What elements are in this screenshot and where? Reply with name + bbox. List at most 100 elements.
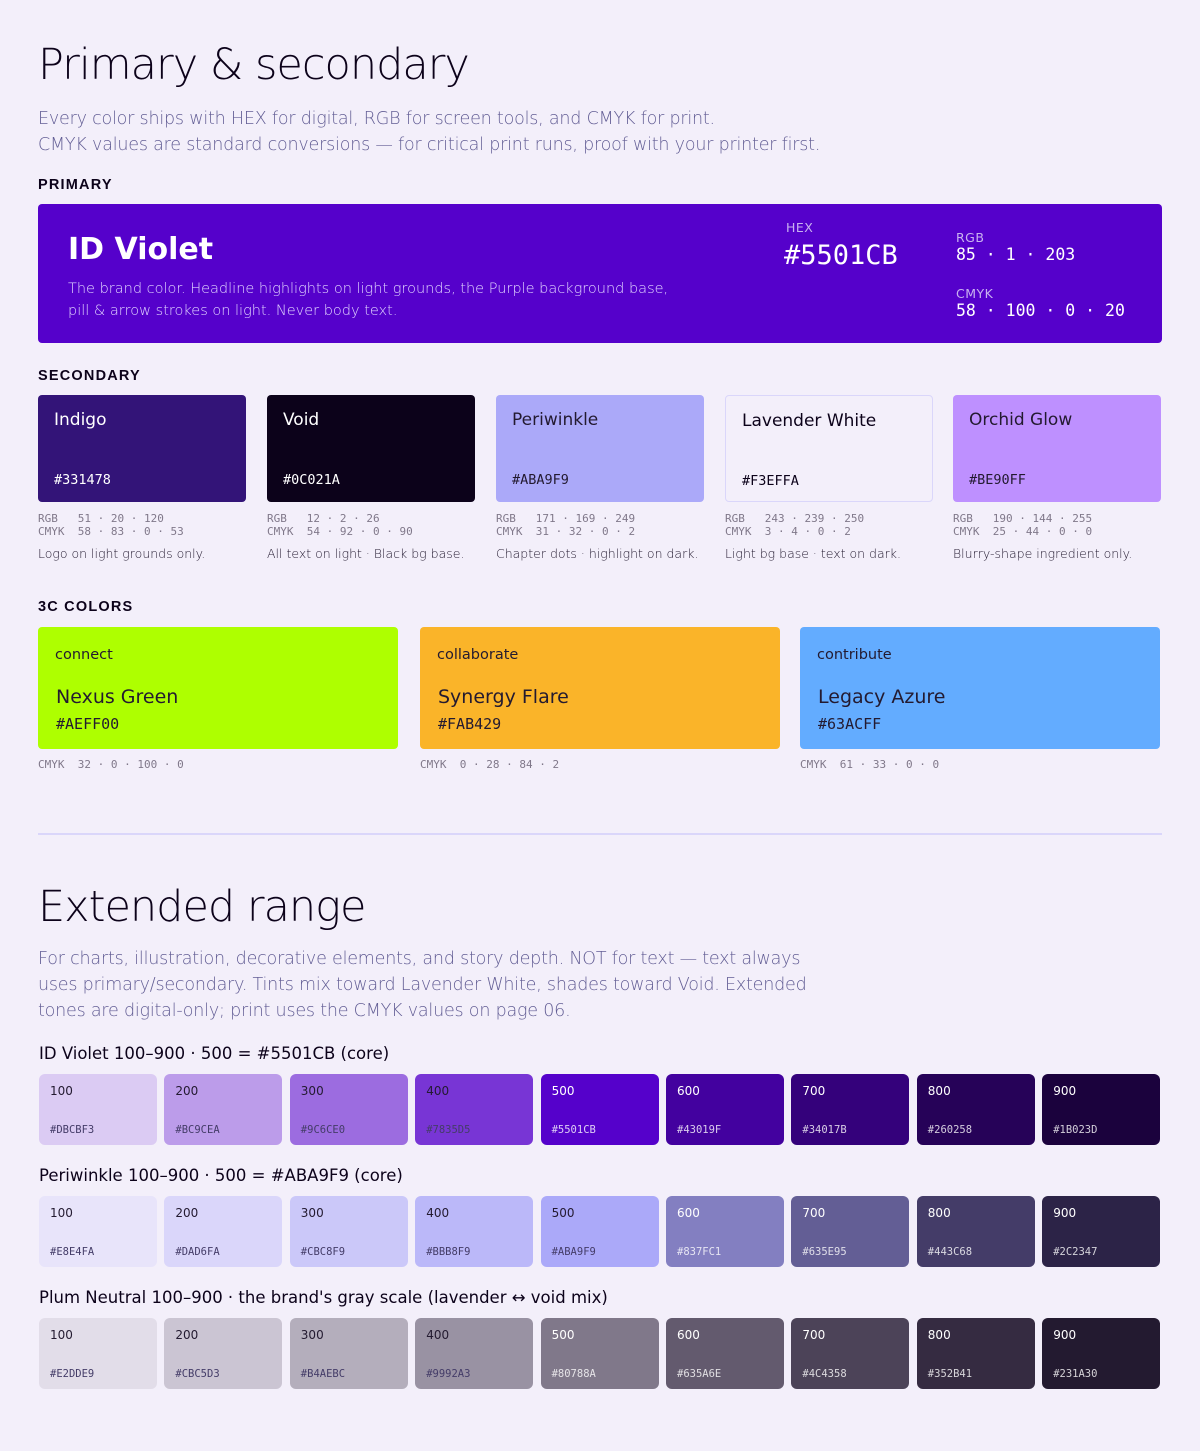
color-hex: #F3EFFA xyxy=(742,473,799,489)
chip-hex: #43019F xyxy=(677,1124,722,1136)
description-line: pill & arrow strokes on light. Never bod… xyxy=(68,303,398,319)
cmyk-spec: CMYK 32 · 0 · 100 · 0 xyxy=(38,758,184,771)
chip-hex: #5501CB xyxy=(551,1124,596,1136)
chip-hex: #1B023D xyxy=(1053,1124,1098,1136)
color-specs: RGB 243 · 239 · 250 CMYK 3 · 4 · 0 · 2 xyxy=(725,512,933,538)
color-hex: #ABA9F9 xyxy=(512,472,569,488)
chip-hex: #635E95 xyxy=(802,1246,847,1258)
chip-hex: #B4AEBC xyxy=(300,1368,346,1380)
secondary-colors: Indigo #331478 RGB 51 · 20 · 120 CMYK 58 … xyxy=(38,395,1162,565)
chip-step: 300 xyxy=(300,1328,324,1342)
chip-step: 200 xyxy=(175,1328,199,1342)
color-ramp: 100 #E8E4FA 200 #DAD6FA 300 #CBC8F9 400 #BBB8F9… xyxy=(38,1196,1162,1267)
chip-step: 900 xyxy=(1053,1328,1077,1342)
lead-line: tones are digital-only; print uses the C… xyxy=(38,1001,571,1021)
chip-hex: #9C6CE0 xyxy=(300,1124,346,1136)
section-divider xyxy=(38,833,1162,835)
color-usage-note: Light bg base · text on dark. xyxy=(725,546,901,561)
secondary-color-card: Indigo #331478 RGB 51 · 20 · 120 CMYK 58 … xyxy=(38,395,246,561)
extended-section-title: Extended range xyxy=(38,882,366,932)
cmyk-spec: CMYK 0 · 28 · 84 · 2 xyxy=(420,758,560,771)
chip-step: 500 xyxy=(551,1084,575,1098)
ramp-chip: 700 #4C4358 xyxy=(791,1318,910,1389)
chip-hex: #BC9CEA xyxy=(175,1124,220,1136)
color-specs: RGB 171 · 169 · 249 CMYK 31 · 32 · 0 · 2 xyxy=(496,512,704,538)
color-name: Void xyxy=(283,410,320,430)
chip-step: 200 xyxy=(175,1206,199,1220)
chip-step: 600 xyxy=(677,1206,700,1220)
ramp-chip: 300 #B4AEBC xyxy=(289,1318,408,1389)
color-name: Synergy Flare xyxy=(438,686,569,708)
color-specs: RGB 12 · 2 · 26 CMYK 54 · 92 · 0 · 90 xyxy=(267,512,475,538)
chip-hex: #443C68 xyxy=(927,1246,973,1258)
primary-color-card: ID Violet The brand color. Headline high… xyxy=(38,204,1162,343)
ramp-chip: 800 #443C68 xyxy=(916,1196,1035,1267)
primary-color-name: ID Violet xyxy=(68,232,214,267)
ramp-chip: 200 #CBC5D3 xyxy=(164,1318,283,1389)
chip-step: 600 xyxy=(677,1328,700,1342)
rgb-value: 85 · 1 · 203 xyxy=(956,245,1076,264)
chip-hex: #231A30 xyxy=(1053,1368,1098,1380)
color-specs: RGB 190 · 144 · 255 CMYK 25 · 44 · 0 · 0 xyxy=(953,512,1161,538)
cmyk-spec: CMYK 25 · 44 · 0 · 0 xyxy=(953,525,1093,538)
cmyk-label: CMYK xyxy=(956,286,994,301)
ramp-chip: 900 #231A30 xyxy=(1042,1318,1161,1389)
color-hex: #0C021A xyxy=(283,472,340,488)
chip-step: 800 xyxy=(927,1084,951,1098)
ramp-title: Periwinkle 100–900 · 500 = #ABA9F9 (core… xyxy=(39,1166,403,1185)
ramp-chip: 100 #E2DDE9 xyxy=(39,1318,157,1389)
chip-step: 800 xyxy=(927,1328,951,1342)
chip-hex: #BBB8F9 xyxy=(426,1246,471,1258)
ramp-chip: 400 #BBB8F9 xyxy=(415,1196,534,1267)
color-name: Orchid Glow xyxy=(969,410,1073,430)
ramp-chip: 300 #CBC8F9 xyxy=(289,1196,408,1267)
rgb-spec: RGB 171 · 169 · 249 xyxy=(496,512,636,525)
chip-step: 700 xyxy=(802,1328,826,1342)
c3-label: 3C COLORS xyxy=(38,599,134,615)
color-tag: contribute xyxy=(817,647,892,663)
chip-step: 400 xyxy=(426,1206,450,1220)
color-name: Indigo xyxy=(54,410,107,430)
ramp-chip: 600 #43019F xyxy=(666,1074,784,1145)
color-specs: RGB 51 · 20 · 120 CMYK 58 · 83 · 0 · 53 xyxy=(38,512,246,538)
cmyk-spec: CMYK 3 · 4 · 0 · 2 xyxy=(725,525,851,538)
color-usage-note: Blurry-shape ingredient only. xyxy=(953,546,1133,561)
chip-hex: #4C4358 xyxy=(802,1368,847,1380)
chip-hex: #352B41 xyxy=(927,1368,973,1380)
chip-hex: #34017B xyxy=(802,1124,847,1136)
hex-value: #5501CB xyxy=(784,240,898,271)
color-name: Nexus Green xyxy=(56,686,179,708)
cmyk-spec: CMYK 58 · 83 · 0 · 53 xyxy=(38,525,184,538)
secondary-label: SECONDARY xyxy=(38,368,141,384)
ramp-chip: 300 #9C6CE0 xyxy=(289,1074,408,1145)
color-hex: #AEFF00 xyxy=(56,715,120,733)
color-name: Periwinkle xyxy=(512,410,599,430)
c3-color-card: connect Nexus Green #AEFF00 CMYK 32 · 0 … xyxy=(38,627,398,771)
chip-step: 400 xyxy=(426,1084,450,1098)
rgb-spec: RGB 51 · 20 · 120 xyxy=(38,512,164,525)
secondary-color-card: Orchid Glow #BE90FF RGB 190 · 144 · 255 C… xyxy=(953,395,1161,561)
chip-hex: #DAD6FA xyxy=(175,1246,220,1258)
ramp-title: ID Violet 100–900 · 500 = #5501CB (core) xyxy=(39,1044,390,1063)
lead-line: uses primary/secondary. Tints mix toward… xyxy=(38,975,807,995)
lead-line: Every color ships with HEX for digital, … xyxy=(38,109,715,129)
ramp-chip: 100 #DBCBF3 xyxy=(39,1074,157,1145)
chip-step: 100 xyxy=(50,1206,73,1220)
description-line: The brand color. Headline highlights on … xyxy=(68,281,669,297)
chip-step: 300 xyxy=(300,1084,324,1098)
color-name: Lavender White xyxy=(742,411,877,431)
ramp-chip: 400 #7835D5 xyxy=(415,1074,534,1145)
ramp-chip: 500 #5501CB xyxy=(540,1074,659,1145)
color-ramp: 100 #E2DDE9 200 #CBC5D3 300 #B4AEBC 400 #9992A3… xyxy=(38,1318,1162,1389)
ramp-chip: 700 #34017B xyxy=(791,1074,910,1145)
color-swatch: Orchid Glow #BE90FF xyxy=(953,395,1161,502)
chip-hex: #2C2347 xyxy=(1053,1246,1098,1258)
ramp-chip: 700 #635E95 xyxy=(791,1196,910,1267)
cmyk-spec: CMYK 31 · 32 · 0 · 2 xyxy=(496,525,636,538)
chip-hex: #CBC8F9 xyxy=(300,1246,346,1258)
color-hex: #BE90FF xyxy=(969,472,1026,488)
color-swatch: connect Nexus Green #AEFF00 xyxy=(38,627,398,749)
color-swatch: Void #0C021A xyxy=(267,395,475,502)
chip-hex: #E2DDE9 xyxy=(50,1368,95,1380)
chip-hex: #837FC1 xyxy=(677,1246,722,1258)
